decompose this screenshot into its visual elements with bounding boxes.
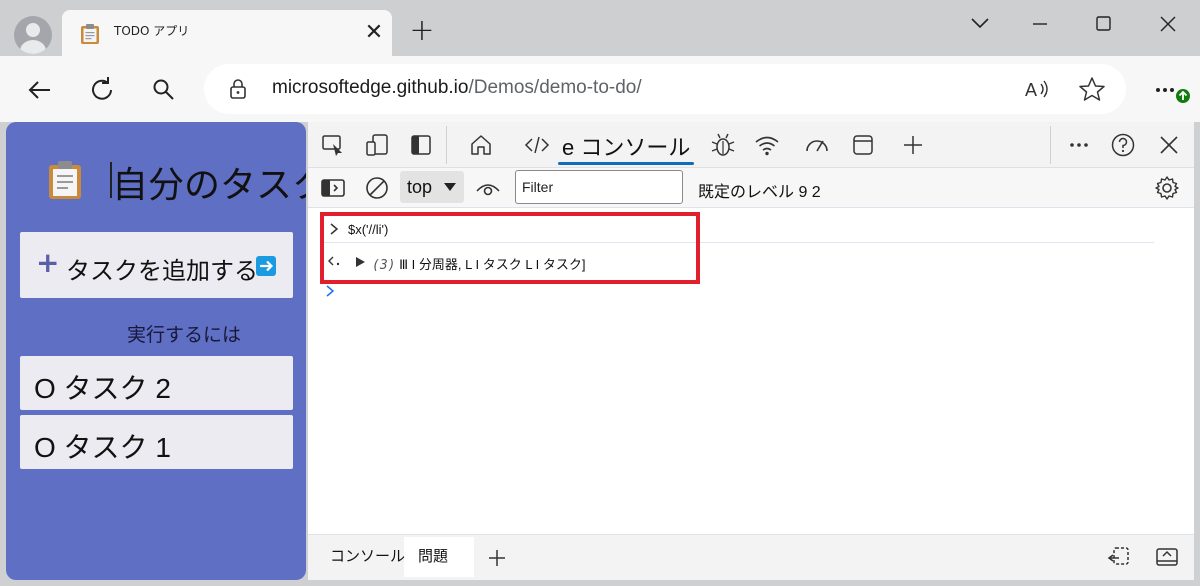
help-icon[interactable] [1110, 132, 1136, 158]
url-text[interactable]: microsoftedge.github.io/Demos/demo-to-do… [272, 77, 642, 99]
add-task-label: タスクを追加する [66, 258, 258, 285]
welcome-home-icon[interactable] [468, 132, 494, 158]
console-prompt-chevron-icon[interactable] [324, 284, 336, 298]
task-item[interactable]: O タスク 2 [20, 356, 293, 410]
navigation-bar: microsoftedge.github.io/Demos/demo-to-do… [0, 56, 1200, 122]
refresh-icon[interactable] [86, 74, 118, 106]
tab-actions-chevron-icon[interactable] [960, 10, 1000, 38]
add-tool-plus-icon[interactable] [900, 132, 926, 158]
tab-title: TODO アプリ [114, 24, 190, 38]
dock-drawer-icon[interactable] [1106, 545, 1132, 569]
todo-section-label: 実行するには [126, 325, 241, 346]
close-devtools-icon[interactable] [1156, 132, 1182, 158]
clear-console-icon[interactable] [364, 175, 390, 201]
settings-more-icon[interactable] [1152, 76, 1192, 106]
performance-gauge-icon[interactable] [804, 132, 830, 158]
dropdown-caret-icon [444, 183, 456, 191]
console-toolbar: top Filter 既定のレベル 9 2 [308, 168, 1194, 208]
drawer-tabbar: コンソール 問題 [308, 534, 1194, 580]
svg-text:A: A [1025, 80, 1037, 100]
back-arrow-icon[interactable] [24, 74, 56, 106]
new-tab-icon[interactable]: + [408, 16, 436, 46]
live-expression-eye-icon[interactable] [474, 176, 502, 200]
task-label: O タスク 1 [34, 432, 171, 463]
context-selector-value: top [407, 177, 433, 197]
more-tools-icon[interactable] [1066, 132, 1092, 158]
clipboard-logo-icon [49, 161, 81, 199]
tab-console[interactable]: e コンソール [562, 130, 690, 162]
device-emulation-icon[interactable] [364, 132, 390, 158]
read-aloud-icon[interactable]: A [1024, 76, 1052, 102]
devtools-toolbar: e コンソール [308, 122, 1194, 168]
favorite-star-icon[interactable] [1078, 76, 1106, 102]
arrow-right-icon [256, 256, 276, 276]
add-task-button[interactable]: + タスクを追加する [20, 232, 293, 298]
lock-icon[interactable] [228, 78, 248, 100]
bug-icon[interactable] [710, 132, 736, 158]
search-icon[interactable] [148, 74, 180, 106]
task-item[interactable]: O タスク 1 [20, 415, 293, 469]
expand-drawer-icon[interactable] [1154, 545, 1180, 569]
show-sidebar-icon[interactable] [320, 175, 346, 201]
close-window-icon[interactable] [1148, 10, 1188, 38]
console-settings-gear-icon[interactable] [1154, 175, 1180, 201]
close-tab-icon[interactable]: ✕ [362, 22, 386, 46]
highlight-box [320, 212, 700, 284]
application-window-icon[interactable] [850, 132, 876, 158]
minimize-icon[interactable] [1020, 10, 1060, 38]
context-selector[interactable]: top [400, 171, 464, 203]
app-heading: 自分のタスク [112, 164, 306, 205]
browser-tab[interactable]: TODO アプリ ✕ [62, 10, 392, 56]
plus-icon: + [36, 246, 60, 279]
todo-app-panel: 自分のタスク + タスクを追加する 実行するには O タスク 2 O タスク 1 [6, 122, 306, 580]
add-drawer-tab-plus-icon[interactable] [486, 547, 508, 569]
devtools-panel: e コンソール top Filter 既定のレベル 9 2 $x('//li')… [308, 122, 1194, 580]
active-tab-indicator [558, 162, 694, 165]
network-wifi-icon[interactable] [754, 132, 780, 158]
elements-code-icon[interactable] [524, 132, 550, 158]
title-bar: TODO アプリ ✕ + [0, 0, 1200, 56]
address-bar[interactable]: microsoftedge.github.io/Demos/demo-to-do… [204, 64, 1126, 114]
drawer-tab-console[interactable]: コンソール [330, 545, 405, 566]
drawer-tab-issues[interactable]: 問題 [418, 545, 448, 566]
maximize-icon[interactable] [1084, 10, 1124, 38]
profile-avatar-icon[interactable] [14, 16, 52, 54]
dock-side-icon[interactable] [408, 132, 434, 158]
filter-input[interactable]: Filter [515, 170, 683, 204]
clipboard-icon [81, 24, 99, 44]
inspect-element-icon[interactable] [320, 132, 346, 158]
log-levels-dropdown[interactable]: 既定のレベル 9 2 [698, 178, 821, 202]
console-output[interactable]: $x('//li') (3) Ⅲ I 分周器, L I タスク L I タスク] [308, 208, 1194, 534]
task-label: O タスク 2 [34, 373, 171, 404]
